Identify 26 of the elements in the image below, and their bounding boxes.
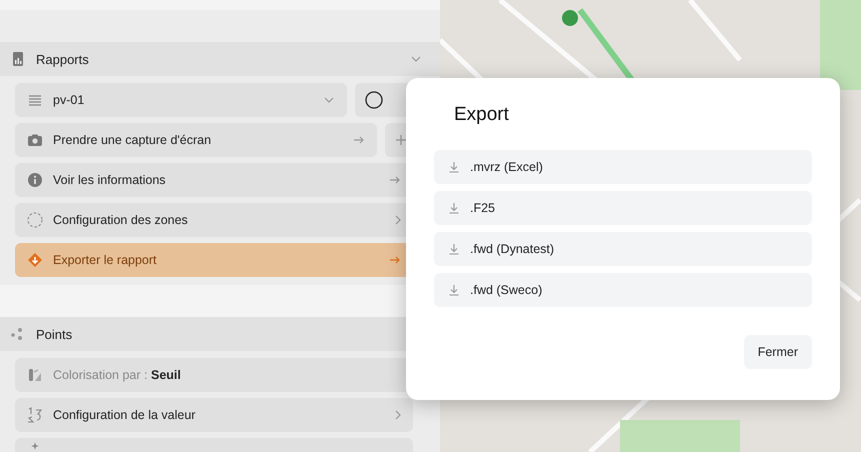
export-option[interactable]: .mvrz (Excel) xyxy=(434,150,812,184)
dashed-circle-icon xyxy=(27,212,43,228)
export-option[interactable]: .fwd (Sweco) xyxy=(434,273,812,307)
download-icon xyxy=(448,284,460,296)
arrow-icon xyxy=(389,254,401,266)
chevron-icon xyxy=(395,410,401,420)
chevron-icon xyxy=(395,215,401,225)
report-icon xyxy=(10,51,26,67)
circle-icon xyxy=(365,91,383,109)
close-button[interactable]: Fermer xyxy=(744,335,812,369)
camera-icon xyxy=(27,132,43,148)
report-select[interactable]: pv-01 xyxy=(15,83,347,117)
info-icon xyxy=(27,172,43,188)
download-icon xyxy=(448,161,460,173)
section-header[interactable]: Rapports xyxy=(0,42,440,76)
download-icon xyxy=(448,202,460,214)
arrow-icon xyxy=(353,134,365,146)
plus-icon xyxy=(395,134,407,146)
dialog-title: Export xyxy=(454,104,510,126)
export-option[interactable]: .F25 xyxy=(434,191,812,225)
sidebar-item[interactable]: Prendre une capture d'écran xyxy=(15,123,377,157)
arrow-icon xyxy=(389,174,401,186)
download-icon xyxy=(448,243,460,255)
sparkle-icon xyxy=(30,441,40,451)
sidebar-item[interactable]: Configuration de la valeur xyxy=(15,398,413,432)
export-option[interactable]: .fwd (Dynatest) xyxy=(434,232,812,266)
